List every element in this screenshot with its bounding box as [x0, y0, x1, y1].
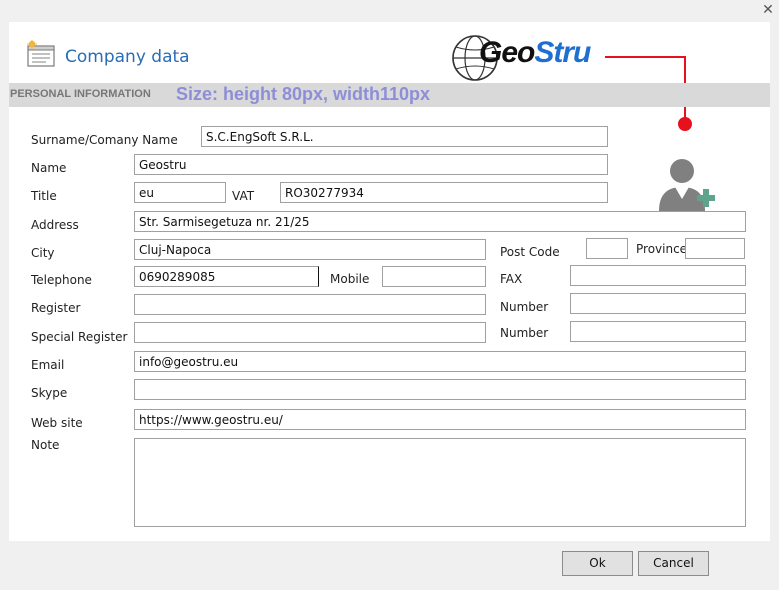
title-label: Title	[31, 189, 57, 203]
telephone-input[interactable]	[134, 266, 319, 287]
company-data-icon	[27, 40, 55, 67]
name-label: Name	[31, 161, 67, 175]
postcode-input[interactable]	[586, 238, 628, 259]
number-label: Number	[500, 300, 549, 314]
fax-input[interactable]	[570, 265, 746, 286]
address-label: Address	[31, 218, 79, 232]
surname-label: Surname/Comany Name	[31, 133, 178, 147]
note-textarea[interactable]	[134, 438, 746, 527]
website-input[interactable]	[134, 409, 746, 430]
name-input[interactable]	[134, 154, 608, 175]
vat-input[interactable]	[280, 182, 608, 203]
section-label: PERSONAL INFORMATION	[10, 88, 151, 100]
ok-button[interactable]: Ok	[562, 551, 633, 576]
mobile-input[interactable]	[382, 266, 486, 287]
mobile-label: Mobile	[330, 272, 370, 286]
title-input[interactable]	[134, 182, 226, 203]
register-label: Register	[31, 301, 81, 315]
special-register-label: Special Register	[31, 330, 128, 344]
special-register-input[interactable]	[134, 322, 486, 343]
address-input[interactable]	[134, 211, 746, 232]
size-annotation: Size: height 80px, width110px	[176, 84, 431, 104]
company-data-panel: Company data GeoStru PERSONAL INFORMATIO…	[9, 22, 770, 541]
email-label: Email	[31, 358, 65, 372]
surname-input[interactable]	[201, 126, 608, 147]
postcode-label: Post Code	[500, 245, 560, 259]
cancel-button[interactable]: Cancel	[638, 551, 709, 576]
section-header-bar: PERSONAL INFORMATION Size: height 80px, …	[9, 83, 770, 107]
page-title: Company data	[65, 47, 190, 67]
skype-input[interactable]	[134, 379, 746, 400]
number2-label: Number	[500, 326, 549, 340]
fax-label: FAX	[500, 272, 523, 286]
geostru-logo: GeoStru	[479, 36, 591, 69]
note-label: Note	[31, 438, 60, 452]
skype-label: Skype	[31, 386, 68, 400]
website-label: Web site	[31, 416, 83, 430]
province-label: Province	[636, 242, 688, 256]
telephone-label: Telephone	[31, 273, 92, 287]
email-input[interactable]	[134, 351, 746, 372]
number2-input[interactable]	[570, 321, 746, 342]
register-input[interactable]	[134, 294, 486, 315]
vat-label: VAT	[232, 189, 255, 203]
city-input[interactable]	[134, 239, 486, 260]
province-input[interactable]	[685, 238, 745, 259]
close-button[interactable]: ✕	[760, 2, 776, 18]
add-user-icon[interactable]	[657, 155, 719, 219]
number-input[interactable]	[570, 293, 746, 314]
city-label: City	[31, 246, 55, 260]
